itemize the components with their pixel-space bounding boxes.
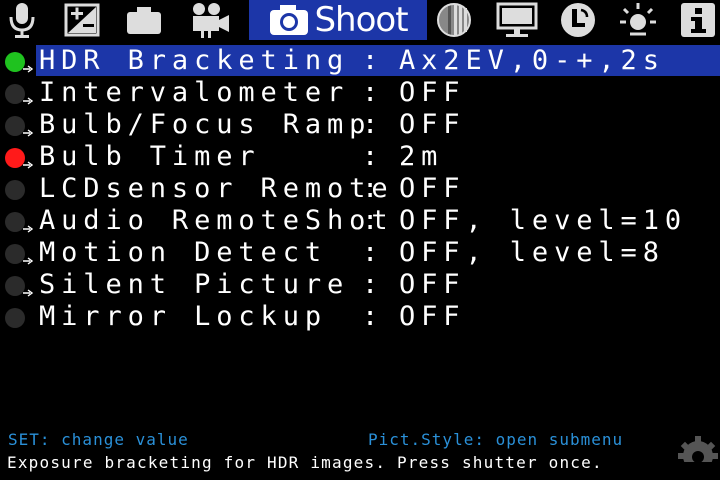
submenu-arrow-icon xyxy=(23,161,33,169)
movie-camera-icon xyxy=(193,3,229,38)
menu-separator: : xyxy=(362,237,379,268)
tab-focus[interactable] xyxy=(432,0,476,40)
tab-debug[interactable] xyxy=(616,0,660,40)
submenu-arrow-icon xyxy=(23,289,33,297)
menu-item-value: OFF xyxy=(399,173,466,204)
tab-custom[interactable] xyxy=(556,0,600,40)
menu-item-value: OFF, level=10 xyxy=(399,205,688,236)
menu-item-silent-picture[interactable]: Silent Picture : OFF xyxy=(0,269,720,301)
menu-separator: : xyxy=(362,45,379,76)
menu-item-name: HDR Bracketing xyxy=(39,45,350,76)
exposure-icon xyxy=(64,3,100,37)
menu-item-name: Intervalometer xyxy=(39,77,350,108)
camera-icon xyxy=(270,5,309,35)
item-description: Exposure bracketing for HDR images. Pres… xyxy=(7,453,603,472)
picstyle-key-hint: Pict.Style: open submenu xyxy=(368,430,624,449)
gear-icon xyxy=(678,436,718,462)
menu-item-name: Motion Detect xyxy=(39,237,328,268)
menu-item-intervalometer[interactable]: Intervalometer : OFF xyxy=(0,77,720,109)
menu-separator: : xyxy=(362,269,379,300)
menu-item-name: Bulb/Focus Ramp xyxy=(39,109,372,140)
menu-separator: : xyxy=(362,301,379,332)
menu-separator: : xyxy=(362,141,379,172)
menu-item-motion-detect[interactable]: Motion Detect : OFF, level=8 xyxy=(0,237,720,269)
status-indicator-icon xyxy=(5,212,25,232)
menu-item-lcdsensor-remote[interactable]: LCDsensor Remote : OFF xyxy=(0,173,720,205)
tab-tweaks[interactable] xyxy=(122,0,166,40)
menu-item-value: OFF xyxy=(399,269,466,300)
tab-movie[interactable] xyxy=(186,0,234,40)
menu-separator: : xyxy=(362,205,379,236)
menu-item-value: OFF, level=8 xyxy=(399,237,665,268)
submenu-arrow-icon xyxy=(23,225,33,233)
menu-item-bulb-focus-ramp[interactable]: Bulb/Focus Ramp : OFF xyxy=(0,109,720,141)
shoot-menu-list: HDR Bracketing : Ax2EV,0-+,2s Intervalom… xyxy=(0,45,720,333)
menu-item-audio-remoteshot[interactable]: Audio RemoteShot : OFF, level=10 xyxy=(0,205,720,237)
status-indicator-icon xyxy=(5,148,25,168)
menu-item-value: OFF xyxy=(399,301,466,332)
tab-display[interactable] xyxy=(494,0,540,40)
set-key-hint: SET: change value xyxy=(8,430,189,449)
status-indicator-icon xyxy=(5,180,25,200)
tab-shoot[interactable]: Shoot xyxy=(249,0,427,40)
submenu-arrow-icon xyxy=(23,257,33,265)
submenu-arrow-icon xyxy=(23,97,33,105)
menu-item-name: Bulb Timer xyxy=(39,141,261,172)
tab-bar: Shoot xyxy=(0,0,720,42)
menu-item-value: OFF xyxy=(399,109,466,140)
menu-item-value: OFF xyxy=(399,77,466,108)
menu-separator: : xyxy=(362,77,379,108)
tab-expo[interactable] xyxy=(60,0,104,40)
status-indicator-icon xyxy=(5,276,25,296)
focus-circle-icon xyxy=(437,3,471,37)
submenu-arrow-icon xyxy=(23,129,33,137)
menu-item-name: LCDsensor Remote xyxy=(39,173,394,204)
menu-item-hdr-bracketing[interactable]: HDR Bracketing : Ax2EV,0-+,2s xyxy=(0,45,720,77)
menu-item-value: 2m xyxy=(399,141,444,172)
status-indicator-icon xyxy=(5,308,25,328)
menu-item-mirror-lockup[interactable]: Mirror Lockup : OFF xyxy=(0,301,720,333)
info-icon xyxy=(681,3,715,37)
tab-info[interactable] xyxy=(676,0,720,40)
camera-body-icon xyxy=(127,7,161,34)
custom-l-icon xyxy=(561,3,595,37)
status-indicator-icon xyxy=(5,244,25,264)
tab-shoot-label: Shoot xyxy=(314,0,408,40)
display-icon xyxy=(496,2,538,37)
status-indicator-icon xyxy=(5,116,25,136)
menu-item-name: Audio RemoteShot xyxy=(39,205,394,236)
brightness-icon xyxy=(620,3,656,36)
tab-audio[interactable] xyxy=(2,0,42,40)
menu-item-value: Ax2EV,0-+,2s xyxy=(399,45,665,76)
menu-separator: : xyxy=(362,109,379,140)
menu-separator: : xyxy=(362,173,379,204)
status-indicator-icon xyxy=(5,84,25,104)
status-indicator-icon xyxy=(5,52,25,72)
menu-item-name: Mirror Lockup xyxy=(39,301,328,332)
menu-item-bulb-timer[interactable]: Bulb Timer : 2m xyxy=(0,141,720,173)
submenu-arrow-icon xyxy=(23,65,33,73)
microphone-icon xyxy=(9,3,35,38)
menu-item-name: Silent Picture xyxy=(39,269,350,300)
